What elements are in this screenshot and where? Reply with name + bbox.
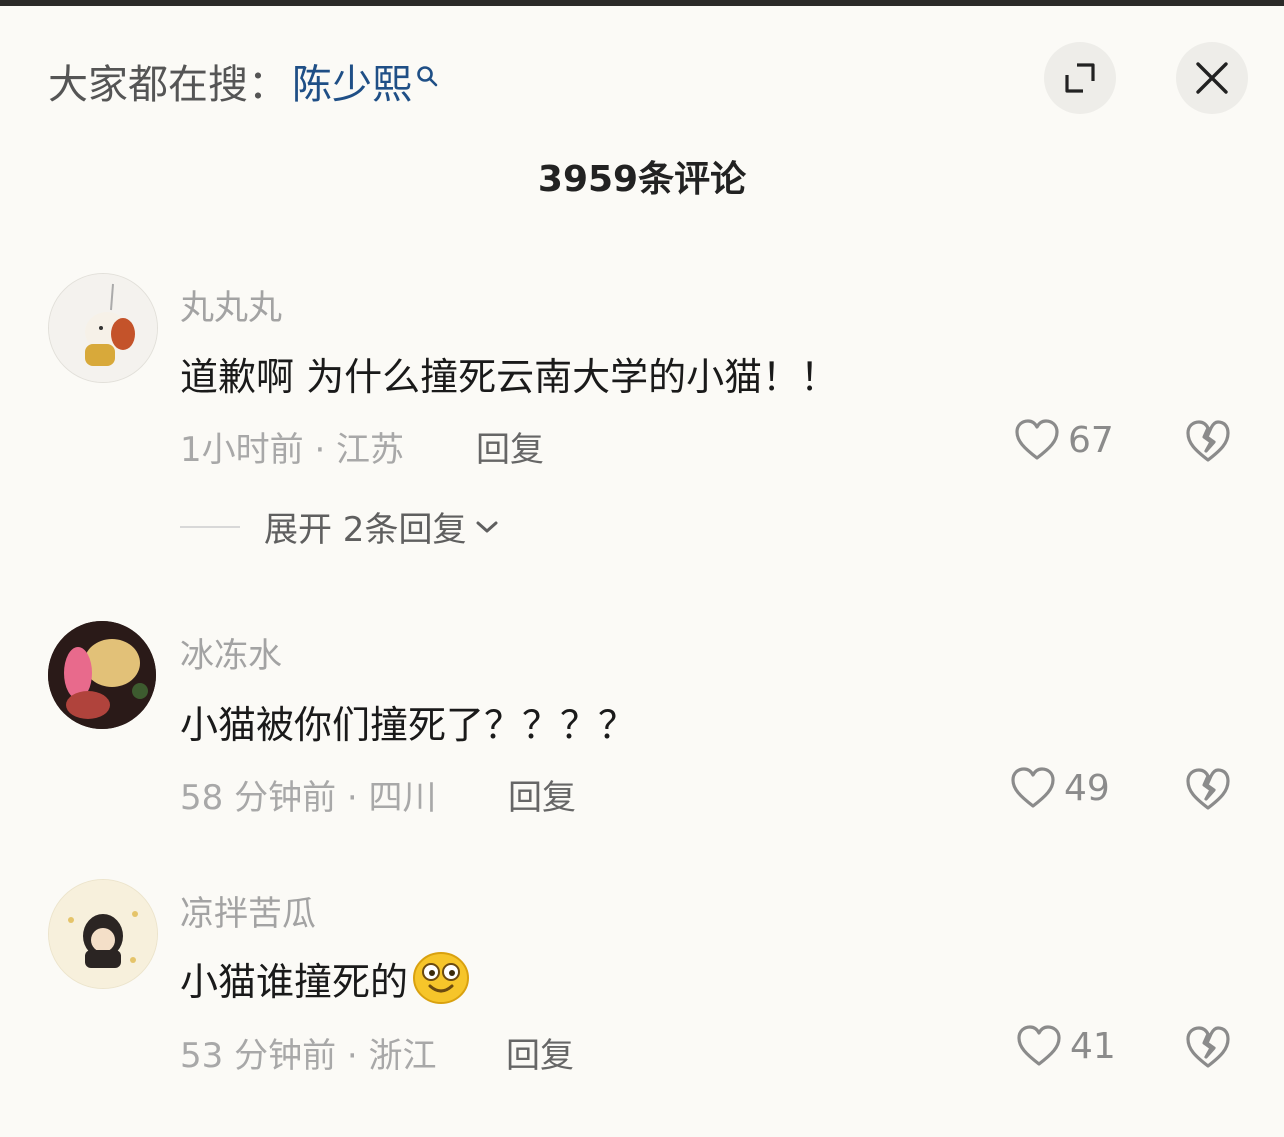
search-icon [416, 51, 438, 97]
like-count: 49 [1064, 767, 1110, 809]
comment-text: 道歉啊 为什么撞死云南大学的小猫！！ [180, 355, 839, 399]
comment-meta: 58 分钟前 · 四川 [180, 778, 437, 818]
expand-icon [1065, 63, 1095, 93]
search-keyword[interactable]: 陈少熙 [292, 52, 412, 110]
close-button[interactable] [1176, 42, 1248, 114]
username[interactable]: 冰冻水 [180, 628, 282, 677]
smiling-face-emoji-icon [413, 952, 470, 1004]
like-button[interactable]: 67 [1014, 418, 1114, 462]
broken-heart-icon [1186, 1026, 1230, 1068]
chevron-down-icon [476, 521, 498, 532]
expand-replies[interactable]: 展开 2条回复 [180, 502, 500, 551]
trending-search[interactable]: 大家都在搜： 陈少熙 [48, 52, 438, 110]
comment-count: 3959条评论 [537, 159, 747, 200]
like-count: 41 [1070, 1025, 1116, 1067]
like-count: 67 [1068, 419, 1114, 461]
reply-button[interactable]: 回复 [476, 422, 544, 471]
like-button[interactable]: 49 [1010, 766, 1110, 810]
heart-icon [1011, 767, 1055, 808]
divider-line [180, 525, 240, 528]
heart-icon [1017, 1025, 1061, 1066]
comment-meta: 1小时前 · 江苏 [180, 430, 405, 470]
username[interactable]: 丸丸丸 [180, 280, 282, 329]
close-icon [1196, 62, 1228, 94]
expand-button[interactable] [1044, 42, 1116, 114]
dislike-button[interactable] [1184, 766, 1232, 816]
dislike-button[interactable] [1184, 418, 1232, 468]
dislike-button[interactable] [1184, 1024, 1232, 1074]
username[interactable]: 凉拌苦瓜 [180, 886, 316, 935]
avatar[interactable] [48, 879, 158, 989]
expand-replies-label: 展开 2条回复 [264, 510, 467, 550]
comment-text: 小猫被你们撞死了？？？？ [180, 703, 637, 747]
reply-button[interactable]: 回复 [508, 770, 576, 819]
search-prefix: 大家都在搜： [48, 62, 288, 108]
reply-button[interactable]: 回复 [506, 1028, 574, 1077]
avatar[interactable] [48, 273, 158, 383]
comment-text: 小猫谁撞死的 [180, 959, 409, 1004]
comment-text-row: 小猫谁撞死的 [180, 950, 470, 1006]
like-button[interactable]: 41 [1016, 1024, 1116, 1068]
heart-icon [1015, 419, 1059, 460]
comment-meta: 53 分钟前 · 浙江 [180, 1036, 437, 1076]
broken-heart-icon [1186, 420, 1230, 462]
avatar[interactable] [48, 621, 156, 729]
broken-heart-icon [1186, 768, 1230, 810]
